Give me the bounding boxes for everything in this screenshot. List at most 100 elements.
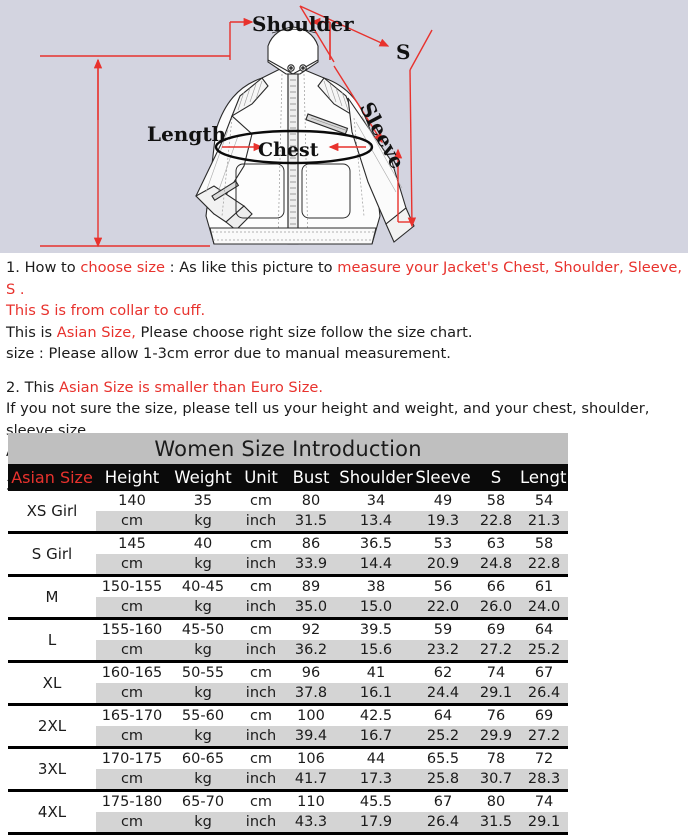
- cell-sleeve-inch: 20.9: [414, 554, 472, 577]
- cell-bust-cm: 86: [284, 532, 338, 554]
- cell-bust-inch: 41.7: [284, 769, 338, 792]
- cell-s-cm: 69: [472, 618, 520, 640]
- table-row: 2XL 165-170 55-60 cm 100 42.5 64 76 69: [8, 704, 569, 749]
- cell-weight-inch: kg: [168, 597, 238, 620]
- cell-bust-cm: 92: [284, 618, 338, 640]
- cell-s-inch: 22.8: [472, 511, 520, 534]
- note-5-euro-size: Asian Size is smaller than Euro Size.: [59, 378, 324, 396]
- cell-s-cm: 63: [472, 532, 520, 554]
- cell-weight-inch: kg: [168, 683, 238, 706]
- cell-bust-inch: 35.0: [284, 597, 338, 620]
- cell-length-inch: 26.4: [520, 683, 569, 706]
- cell-length-inch: 22.8: [520, 554, 569, 577]
- cell-length-cm: 61: [520, 575, 569, 597]
- cell-unit-cm: cm: [238, 491, 284, 511]
- cell-sleeve-cm: 49: [414, 491, 472, 511]
- cell-shoulder-inch: 17.3: [338, 769, 414, 792]
- note-3-part-c: Please choose right size follow the size…: [135, 323, 473, 341]
- cell-sleeve-cm: 65.5: [414, 747, 472, 769]
- cell-height-inch: cm: [96, 769, 168, 792]
- cell-bust-inch: 33.9: [284, 554, 338, 577]
- cell-s-cm: 58: [472, 491, 520, 511]
- size-label-4xl: 4XL: [8, 790, 96, 835]
- cell-shoulder-cm: 41: [338, 661, 414, 683]
- cell-bust-inch: 31.5: [284, 511, 338, 534]
- note-line-2: This S is from collar to cuff.: [6, 302, 206, 319]
- note-3-part-a: This is: [6, 323, 57, 341]
- cell-length-cm: 67: [520, 661, 569, 683]
- size-label-2xl: 2XL: [8, 704, 96, 749]
- cell-sleeve-inch: 26.4: [414, 812, 472, 835]
- cell-height-cm: 160-165: [96, 661, 168, 683]
- cell-length-inch: 28.3: [520, 769, 569, 792]
- cell-unit-cm: cm: [238, 532, 284, 554]
- cell-length-cm: 64: [520, 618, 569, 640]
- cell-sleeve-cm: 59: [414, 618, 472, 640]
- cell-sleeve-cm: 56: [414, 575, 472, 597]
- cell-unit-inch: inch: [238, 597, 284, 620]
- cell-height-cm: 175-180: [96, 790, 168, 812]
- note-line-3: This is Asian Size, Please choose right …: [6, 322, 682, 344]
- col-header-s: S: [472, 464, 520, 491]
- size-table-body: XS Girl 140 35 cm 80 34 49 58 54 cm kg inch 31.5 13.4…: [8, 491, 569, 835]
- col-header-shoulder: Shoulder: [338, 464, 414, 491]
- col-header-length: Length: [520, 464, 577, 491]
- cell-sleeve-inch: 23.2: [414, 640, 472, 663]
- cell-height-inch: cm: [96, 640, 168, 663]
- cell-length-inch: 27.2: [520, 726, 569, 749]
- size-label-xs-girl: XS Girl: [8, 491, 96, 534]
- cell-unit-inch: inch: [238, 812, 284, 835]
- size-label-m: M: [8, 575, 96, 620]
- cell-length-inch: 25.2: [520, 640, 569, 663]
- label-chest: Chest: [258, 139, 319, 161]
- cell-weight-cm: 65-70: [168, 790, 238, 812]
- cell-height-inch: cm: [96, 554, 168, 577]
- cell-s-cm: 78: [472, 747, 520, 769]
- cell-unit-inch: inch: [238, 726, 284, 749]
- cell-shoulder-cm: 39.5: [338, 618, 414, 640]
- cell-weight-cm: 60-65: [168, 747, 238, 769]
- cell-unit-inch: inch: [238, 511, 284, 534]
- cell-s-inch: 30.7: [472, 769, 520, 792]
- cell-bust-cm: 110: [284, 790, 338, 812]
- table-row: M 150-155 40-45 cm 89 38 56 66 61: [8, 575, 569, 620]
- cell-weight-cm: 35: [168, 491, 238, 511]
- cell-unit-inch: inch: [238, 769, 284, 792]
- cell-weight-cm: 45-50: [168, 618, 238, 640]
- cell-unit-cm: cm: [238, 575, 284, 597]
- note-line-4: size : Please allow 1-3cm error due to m…: [6, 345, 451, 362]
- cell-sleeve-cm: 53: [414, 532, 472, 554]
- cell-s-inch: 26.0: [472, 597, 520, 620]
- cell-height-cm: 165-170: [96, 704, 168, 726]
- cell-height-inch: cm: [96, 683, 168, 706]
- col-header-weight: Weight: [168, 464, 238, 491]
- cell-height-inch: cm: [96, 511, 168, 534]
- cell-sleeve-cm: 64: [414, 704, 472, 726]
- cell-weight-cm: 40: [168, 532, 238, 554]
- cell-shoulder-cm: 36.5: [338, 532, 414, 554]
- cell-weight-inch: kg: [168, 640, 238, 663]
- cell-weight-inch: kg: [168, 511, 238, 534]
- size-table-header-row: Asian Size Height Weight Unit Bust Shoul…: [8, 464, 577, 491]
- cell-unit-cm: cm: [238, 790, 284, 812]
- cell-bust-inch: 36.2: [284, 640, 338, 663]
- label-s: S: [396, 40, 411, 64]
- note-3-asian-size: Asian Size,: [56, 323, 136, 341]
- cell-s-cm: 80: [472, 790, 520, 812]
- cell-weight-inch: kg: [168, 769, 238, 792]
- cell-height-cm: 145: [96, 532, 168, 554]
- cell-length-cm: 58: [520, 532, 569, 554]
- cell-bust-cm: 89: [284, 575, 338, 597]
- cell-shoulder-cm: 45.5: [338, 790, 414, 812]
- cell-sleeve-inch: 25.2: [414, 726, 472, 749]
- cell-s-inch: 31.5: [472, 812, 520, 835]
- cell-unit-cm: cm: [238, 704, 284, 726]
- cell-weight-cm: 40-45: [168, 575, 238, 597]
- col-header-sleeve: Sleeve: [414, 464, 472, 491]
- table-row: XL 160-165 50-55 cm 96 41 62 74 67: [8, 661, 569, 706]
- cell-s-cm: 76: [472, 704, 520, 726]
- cell-sleeve-inch: 22.0: [414, 597, 472, 620]
- cell-bust-cm: 80: [284, 491, 338, 511]
- cell-weight-inch: kg: [168, 726, 238, 749]
- cell-s-cm: 66: [472, 575, 520, 597]
